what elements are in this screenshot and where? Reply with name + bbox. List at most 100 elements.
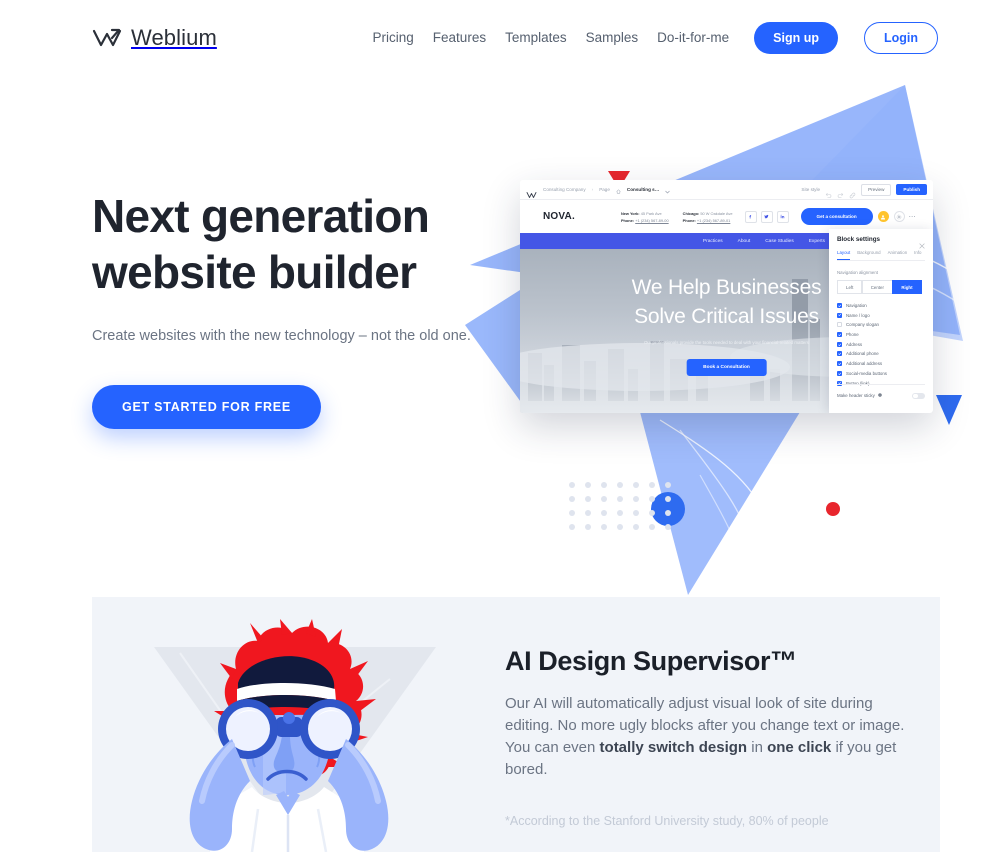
ai-section-body: Our AI will automatically adjust visual … <box>505 693 925 781</box>
contact-address-chicago: 50 W Oakdale Ave <box>700 210 733 216</box>
element-visibility-checkboxes: Navigation Name / logo Company slogan Ph… <box>837 303 925 386</box>
ai-design-supervisor-section: AI Design Supervisor™ Our AI will automa… <box>92 597 940 852</box>
mock-hero-button[interactable]: Book a Consultation <box>686 359 767 376</box>
nav-item-samples[interactable]: Samples <box>586 30 639 45</box>
redo-icon[interactable] <box>837 186 844 198</box>
tab-info[interactable]: Info <box>914 250 921 260</box>
breadcrumb-separator: › <box>591 187 594 192</box>
nav-item-templates[interactable]: Templates <box>505 30 567 45</box>
editor-page-name[interactable]: Consulting s… <box>627 187 659 192</box>
contact-phone-newyork[interactable]: +1 (234) 567-89-00 <box>635 218 668 223</box>
brand-logo[interactable]: Weblium <box>92 25 217 51</box>
block-settings-panel: Block settings Layout Background Animati… <box>829 229 933 413</box>
contact-phone-label-newyork: Phone: <box>620 217 635 223</box>
check-icon <box>837 351 842 357</box>
editor-topbar-actions: Site style Preview Publish <box>801 183 927 199</box>
checkbox-address[interactable]: Address <box>837 341 925 347</box>
undo-icon[interactable] <box>825 186 832 198</box>
checkbox-label: Company slogan <box>846 322 879 328</box>
linkedin-icon[interactable] <box>776 210 789 223</box>
check-icon <box>837 332 842 338</box>
twitter-icon[interactable] <box>760 210 773 223</box>
contact-chicago: Chicago: 50 W Oakdale Ave Phone: +1 (234… <box>683 210 733 224</box>
site-header: Weblium Pricing Features Templates Sampl… <box>0 0 1000 75</box>
make-header-sticky-label: Make header sticky <box>837 393 875 399</box>
ai-body-bold-1: totally switch design <box>599 739 748 756</box>
checkbox-company-slogan[interactable]: Company slogan <box>837 322 925 328</box>
align-right-option[interactable]: Right <box>892 280 922 294</box>
checkbox-label: Social-media buttons <box>846 370 888 376</box>
hero-title-line-2: website builder <box>92 246 417 298</box>
login-button[interactable]: Login <box>863 21 938 54</box>
ai-section-title: AI Design Supervisor™ <box>505 646 797 676</box>
sign-up-button[interactable]: Sign up <box>754 21 838 54</box>
checkbox-label: Navigation <box>846 303 867 308</box>
link-icon[interactable] <box>849 186 856 199</box>
mock-nav-experts[interactable]: Experts <box>809 239 825 244</box>
contact-city-chicago: Chicago: <box>682 210 700 216</box>
contact-city-newyork: New York: <box>620 210 640 216</box>
navigation-alignment-segmented: Left Center Right <box>837 280 925 294</box>
mock-consultation-button[interactable]: Get a consultation <box>800 208 873 225</box>
facebook-icon[interactable] <box>744 210 757 223</box>
editor-mockup: Consulting Company › Page Consulting s… … <box>520 180 933 413</box>
make-header-sticky-toggle[interactable] <box>912 392 925 399</box>
tab-layout[interactable]: Layout <box>837 250 851 260</box>
contact-newyork: New York: 45 Park Ave Phone: +1 (234) 56… <box>621 210 669 224</box>
tab-animation[interactable]: Animation <box>888 250 908 260</box>
get-started-button[interactable]: GET STARTED FOR FREE <box>92 385 321 429</box>
main-nav: Pricing Features Templates Samples Do-it… <box>373 21 938 54</box>
ai-copy: AI Design Supervisor™ Our AI will automa… <box>505 646 925 828</box>
align-left-option[interactable]: Left <box>837 280 863 294</box>
preview-button[interactable]: Preview <box>861 183 892 196</box>
user-avatar-icon[interactable] <box>877 211 889 222</box>
check-icon <box>837 370 842 376</box>
home-icon <box>616 181 621 199</box>
panel-title: Block settings <box>837 236 881 243</box>
mock-nav-about[interactable]: About <box>738 239 751 244</box>
checkbox-label: Additional address <box>846 361 883 367</box>
checkbox-additional-address[interactable]: Additional address <box>837 361 925 367</box>
mock-nav-practices[interactable]: Practices <box>703 239 723 244</box>
checkbox-social-media-buttons[interactable]: Social-media buttons <box>837 370 925 376</box>
weblium-mark-icon <box>526 186 537 198</box>
nav-item-do-it-for-me[interactable]: Do-it-for-me <box>657 30 729 45</box>
checkbox-name-logo[interactable]: Name / logo <box>837 312 925 318</box>
person-with-binoculars-illustration <box>140 619 450 852</box>
checkbox-additional-phone[interactable]: Additional phone <box>837 351 925 357</box>
close-icon[interactable] <box>919 236 925 249</box>
hero-title-line-1: Next generation <box>92 190 430 242</box>
gear-icon[interactable] <box>893 211 905 222</box>
editor-page-label: Page <box>599 187 610 192</box>
more-dots-icon[interactable]: ⋯ <box>909 213 917 221</box>
info-icon[interactable] <box>878 393 882 398</box>
ai-body-bold-2: one click <box>767 739 832 756</box>
brand-name: Weblium <box>131 24 217 50</box>
nav-item-pricing[interactable]: Pricing <box>373 30 414 45</box>
checkbox-phone[interactable]: Phone <box>837 332 925 338</box>
checkbox-navigation[interactable]: Navigation <box>837 303 925 308</box>
chevron-down-icon[interactable] <box>665 181 671 199</box>
weblium-logo-icon <box>92 27 122 49</box>
checkbox-label: Name / logo <box>846 312 870 318</box>
contact-phone-chicago[interactable]: +1 (234) 567-89-01 <box>697 218 730 223</box>
mock-site-brand: NOVA. <box>543 211 575 222</box>
hero-section: Next generation website builder Create w… <box>0 75 1000 595</box>
checkbox-label: Additional phone <box>846 351 879 357</box>
tab-background[interactable]: Background <box>857 250 880 260</box>
publish-button[interactable]: Publish <box>896 184 927 195</box>
mock-site-contacts: New York: 45 Park Ave Phone: +1 (234) 56… <box>621 210 733 224</box>
editor-topbar: Consulting Company › Page Consulting s… … <box>520 180 933 200</box>
nav-item-features[interactable]: Features <box>433 30 486 45</box>
site-style-label[interactable]: Site style <box>801 187 820 192</box>
mock-social-buttons <box>744 210 789 223</box>
hero-copy: Next generation website builder Create w… <box>92 188 522 429</box>
panel-tabs: Layout Background Animation Info <box>837 250 925 261</box>
hero-subtitle: Create websites with the new technology … <box>92 328 471 344</box>
check-icon <box>837 303 842 308</box>
mock-nav-case-studies[interactable]: Case Studies <box>765 239 794 244</box>
editor-site-name[interactable]: Consulting Company <box>543 187 586 192</box>
align-center-option[interactable]: Center <box>861 280 893 294</box>
make-header-sticky-row: Make header sticky <box>837 383 925 399</box>
checkbox-label: Phone <box>846 332 859 338</box>
